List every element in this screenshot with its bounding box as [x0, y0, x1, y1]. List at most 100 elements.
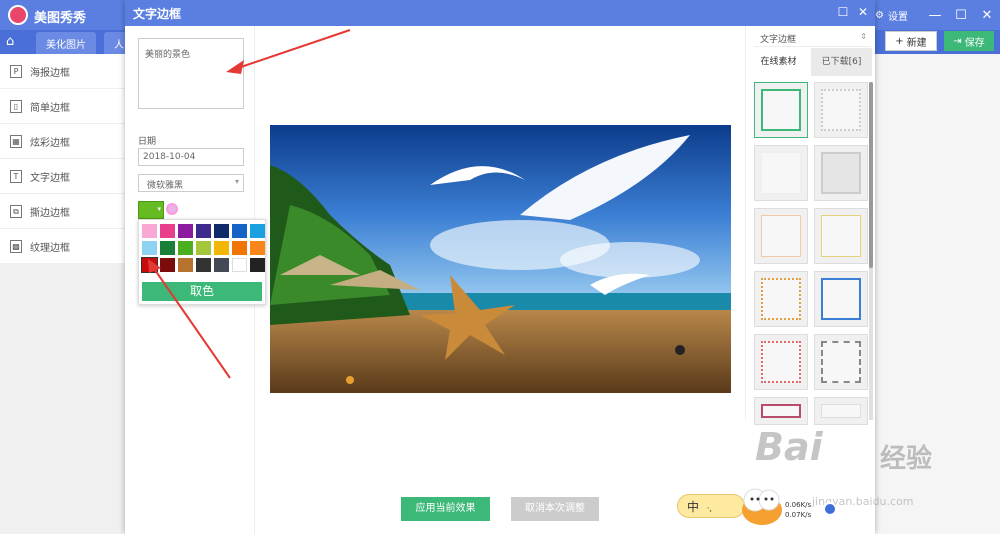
category-value: 文字边框: [760, 35, 797, 45]
color-swatch[interactable]: [141, 257, 158, 273]
frame-thumbnail[interactable]: [754, 82, 808, 138]
color-swatch[interactable]: [178, 258, 193, 272]
dialog-title: 文字边框: [133, 7, 182, 21]
scrollbar-thumb[interactable]: [869, 82, 873, 268]
color-swatch[interactable]: [178, 241, 193, 255]
app-logo-icon: [8, 5, 28, 25]
baidu-watermark: Bai: [755, 425, 823, 469]
torn-frame-icon: ⧉: [10, 205, 22, 218]
text-frame-icon: T: [10, 170, 22, 183]
ime-label: 中: [687, 500, 700, 514]
color-swatch[interactable]: [214, 241, 229, 255]
pick-color-button[interactable]: 取色: [142, 282, 262, 301]
frame-thumbnail[interactable]: [754, 145, 808, 201]
date-input[interactable]: 2018-10-04: [138, 148, 244, 166]
new-button[interactable]: + 新建: [885, 31, 937, 51]
tab-beautify[interactable]: 美化图片: [36, 32, 96, 54]
category-select[interactable]: 文字边框 ⇕: [754, 29, 871, 47]
frame-text-input[interactable]: 美丽的景色: [138, 38, 244, 109]
updown-icon: ⇕: [860, 32, 867, 41]
frame-thumbnail[interactable]: [814, 271, 868, 327]
save-label: 保存: [964, 37, 985, 49]
frame-thumbnail[interactable]: [754, 334, 808, 390]
dialog-maximize-button[interactable]: ☐: [835, 5, 851, 19]
frame-thumbnail[interactable]: [754, 271, 808, 327]
app-title: 美图秀秀: [34, 11, 87, 26]
color-swatch[interactable]: [196, 241, 211, 255]
ime-indicator[interactable]: 中 ·,: [677, 494, 745, 518]
sidebar-item-poster[interactable]: P 海报边框: [0, 54, 125, 89]
mascot-icon: [742, 488, 782, 525]
chevron-down-icon: ▾: [157, 205, 161, 213]
color-wheel-icon[interactable]: [166, 203, 178, 215]
close-button[interactable]: ✕: [974, 8, 1000, 23]
color-swatch[interactable]: [250, 241, 265, 255]
color-swatch[interactable]: [232, 224, 247, 238]
plus-icon: +: [895, 35, 904, 47]
settings-label: 设置: [888, 11, 908, 23]
taskbar-widgets: 中 ·, 0.06K/s 0.07K/s: [677, 488, 837, 525]
ime-punct-icon: ·,: [706, 504, 712, 513]
beach-photo: [270, 125, 731, 393]
sidebar-item-label: 纹理边框: [30, 242, 70, 254]
baidu-watermark-cn: 经验: [880, 444, 933, 474]
date-label: 日期: [138, 137, 157, 147]
font-select[interactable]: 微软雅黑 ▾: [138, 174, 244, 192]
frame-thumbnail[interactable]: [814, 334, 868, 390]
frame-thumbnail[interactable]: [814, 145, 868, 201]
network-icon[interactable]: [823, 502, 837, 516]
sidebar-item-text[interactable]: T 文字边框: [0, 159, 125, 194]
maximize-button[interactable]: ☐: [948, 8, 974, 23]
dialog-close-button[interactable]: ✕: [855, 5, 871, 19]
sidebar-item-label: 炫彩边框: [30, 137, 70, 149]
color-swatch[interactable]: [232, 258, 247, 272]
color-swatch[interactable]: [160, 258, 175, 272]
color-swatch[interactable]: [142, 224, 157, 238]
sidebar-item-label: 文字边框: [30, 172, 70, 184]
settings-button[interactable]: ⚙ 设置: [875, 8, 908, 23]
color-swatch[interactable]: [196, 258, 211, 272]
frame-thumbnail[interactable]: [754, 208, 808, 264]
color-swatch[interactable]: [160, 241, 175, 255]
colorful-frame-icon: ▦: [10, 135, 22, 148]
color-swatch[interactable]: [178, 224, 193, 238]
material-scrollbar[interactable]: [869, 82, 873, 420]
dialog-titlebar: 文字边框 ☐ ✕: [125, 0, 875, 26]
sidebar-item-colorful[interactable]: ▦ 炫彩边框: [0, 124, 125, 159]
text-color-button[interactable]: ▾: [138, 201, 164, 219]
color-swatch[interactable]: [196, 224, 211, 238]
apply-button[interactable]: 应用当前效果: [401, 497, 490, 521]
image-preview: [270, 125, 731, 393]
frame-thumbnail[interactable]: [814, 208, 868, 264]
color-palette-popup: 取色: [138, 219, 266, 305]
sidebar-item-label: 简单边框: [30, 102, 70, 114]
color-swatch[interactable]: [160, 224, 175, 238]
color-swatch[interactable]: [232, 241, 247, 255]
tab-downloaded[interactable]: 已下载[6]: [811, 48, 872, 76]
simple-frame-icon: ▯: [10, 100, 22, 113]
minimize-button[interactable]: —: [922, 8, 948, 23]
color-swatch[interactable]: [214, 224, 229, 238]
tab-more[interactable]: 人: [104, 32, 126, 54]
sidebar-item-torn[interactable]: ⧉ 撕边边框: [0, 194, 125, 229]
network-speed: 0.06K/s 0.07K/s: [785, 500, 811, 520]
frame-thumbnail[interactable]: [754, 397, 808, 425]
sidebar-item-label: 海报边框: [30, 67, 70, 79]
chevron-down-icon: ▾: [234, 177, 239, 186]
window-controls: ⚙ 设置 — ☐ ✕: [875, 0, 1000, 30]
tab-online[interactable]: 在线素材: [746, 48, 811, 76]
frame-sidebar: P 海报边框 ▯ 简单边框 ▦ 炫彩边框 T 文字边框 ⧉ 撕边边框 ▩ 纹理边…: [0, 54, 125, 264]
sidebar-item-texture[interactable]: ▩ 纹理边框: [0, 229, 125, 264]
frame-thumbnail[interactable]: [814, 82, 868, 138]
home-icon[interactable]: ⌂: [6, 34, 24, 50]
color-swatch[interactable]: [250, 224, 265, 238]
color-swatch[interactable]: [250, 258, 265, 272]
cancel-button[interactable]: 取消本次调整: [511, 497, 599, 521]
frame-thumbnail[interactable]: [814, 397, 868, 425]
sidebar-item-label: 撕边边框: [30, 207, 70, 219]
sidebar-item-simple[interactable]: ▯ 简单边框: [0, 89, 125, 124]
save-button[interactable]: ⇥ 保存: [944, 31, 994, 51]
color-swatch[interactable]: [214, 258, 229, 272]
save-icon: ⇥: [953, 35, 962, 47]
color-swatch[interactable]: [142, 241, 157, 255]
